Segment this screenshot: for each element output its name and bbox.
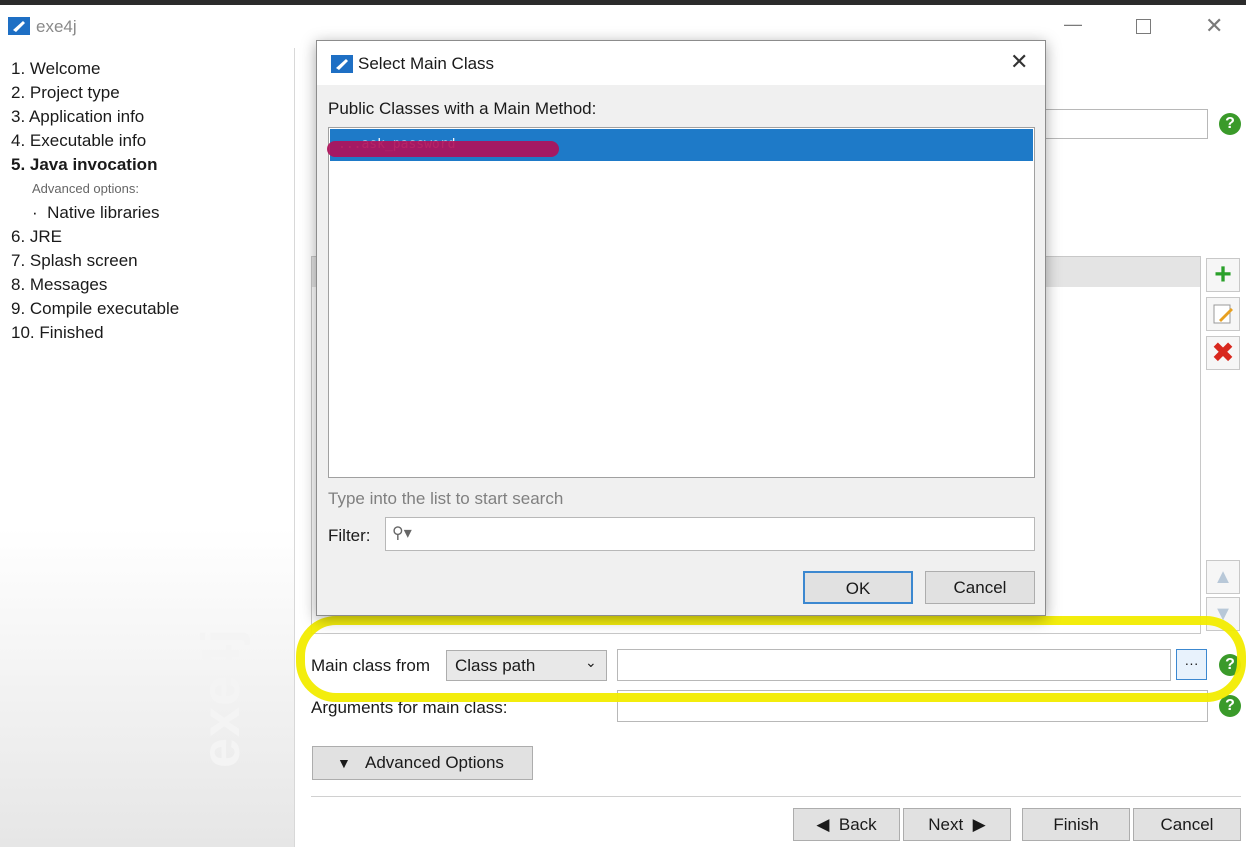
filter-label: Filter: bbox=[328, 526, 371, 545]
wizard-steps-panel: 1. Welcome 2. Project type 3. Applicatio… bbox=[0, 48, 294, 847]
main-class-list[interactable]: ...ask_password bbox=[328, 127, 1035, 478]
search-icon: ⚲▾ bbox=[392, 525, 412, 542]
step-finished[interactable]: 10. Finished bbox=[11, 323, 104, 343]
cancel-button[interactable]: Cancel bbox=[1133, 808, 1241, 841]
step-messages[interactable]: 8. Messages bbox=[11, 275, 107, 295]
triangle-right-icon: ▶ bbox=[963, 815, 986, 834]
dialog-titlebar: Select Main Class ✕ bbox=[317, 41, 1045, 85]
step-native-libraries[interactable]: · Native libraries bbox=[32, 203, 160, 223]
exe4j-app-icon bbox=[8, 17, 30, 35]
step-welcome[interactable]: 1. Welcome bbox=[11, 59, 100, 79]
native-libraries-label: Native libraries bbox=[47, 203, 160, 222]
triangle-down-icon: ▼ bbox=[337, 755, 351, 771]
step-compile-executable[interactable]: 9. Compile executable bbox=[11, 299, 179, 319]
next-button[interactable]: Next ▶ bbox=[903, 808, 1011, 841]
back-label: Back bbox=[838, 815, 877, 834]
edit-icon[interactable] bbox=[1206, 297, 1240, 331]
add-icon[interactable]: + bbox=[1206, 258, 1240, 292]
advanced-options-label: Advanced Options bbox=[365, 753, 504, 772]
dialog-title: Select Main Class bbox=[358, 54, 495, 73]
minimize-icon[interactable]: — bbox=[1064, 14, 1082, 35]
step-project-type[interactable]: 2. Project type bbox=[11, 83, 120, 103]
dialog-cancel-button[interactable]: Cancel bbox=[925, 571, 1035, 604]
help-icon[interactable]: ? bbox=[1219, 113, 1241, 135]
footer-separator bbox=[311, 796, 1241, 797]
step-splash-screen[interactable]: 7. Splash screen bbox=[11, 251, 138, 271]
dialog-close-icon[interactable]: ✕ bbox=[1010, 49, 1028, 75]
list-label: Public Classes with a Main Method: bbox=[328, 99, 597, 118]
bullet-icon: · bbox=[32, 203, 48, 222]
yellow-highlight-annotation bbox=[296, 616, 1246, 702]
finish-button[interactable]: Finish bbox=[1022, 808, 1130, 841]
next-label: Next bbox=[928, 815, 964, 834]
search-hint: Type into the list to start search bbox=[328, 489, 564, 508]
filter-input[interactable]: ⚲▾ bbox=[385, 517, 1035, 551]
select-main-class-dialog: Select Main Class ✕ Public Classes with … bbox=[316, 40, 1046, 616]
advanced-options-button[interactable]: ▼ Advanced Options bbox=[312, 746, 533, 780]
close-icon[interactable]: ✕ bbox=[1205, 13, 1223, 39]
exe4j-watermark: exe4j bbox=[191, 627, 251, 768]
step-executable-info[interactable]: 4. Executable info bbox=[11, 131, 146, 151]
back-button[interactable]: ◀ Back bbox=[793, 808, 900, 841]
exe4j-app-icon bbox=[331, 55, 353, 73]
triangle-left-icon: ◀ bbox=[816, 815, 839, 834]
move-up-icon[interactable]: ▲ bbox=[1206, 560, 1240, 594]
text-field-behind-dialog[interactable] bbox=[1040, 109, 1208, 139]
maximize-icon[interactable] bbox=[1136, 19, 1151, 34]
step-java-invocation[interactable]: 5. Java invocation bbox=[11, 155, 157, 175]
redaction-mark bbox=[327, 141, 559, 157]
window-top-border bbox=[0, 0, 1246, 5]
ok-button[interactable]: OK bbox=[803, 571, 913, 604]
step-jre[interactable]: 6. JRE bbox=[11, 227, 62, 247]
advanced-options-label: Advanced options: bbox=[32, 181, 139, 196]
step-application-info[interactable]: 3. Application info bbox=[11, 107, 144, 127]
window-title: exe4j bbox=[36, 17, 77, 36]
delete-icon[interactable]: ✖ bbox=[1206, 336, 1240, 370]
